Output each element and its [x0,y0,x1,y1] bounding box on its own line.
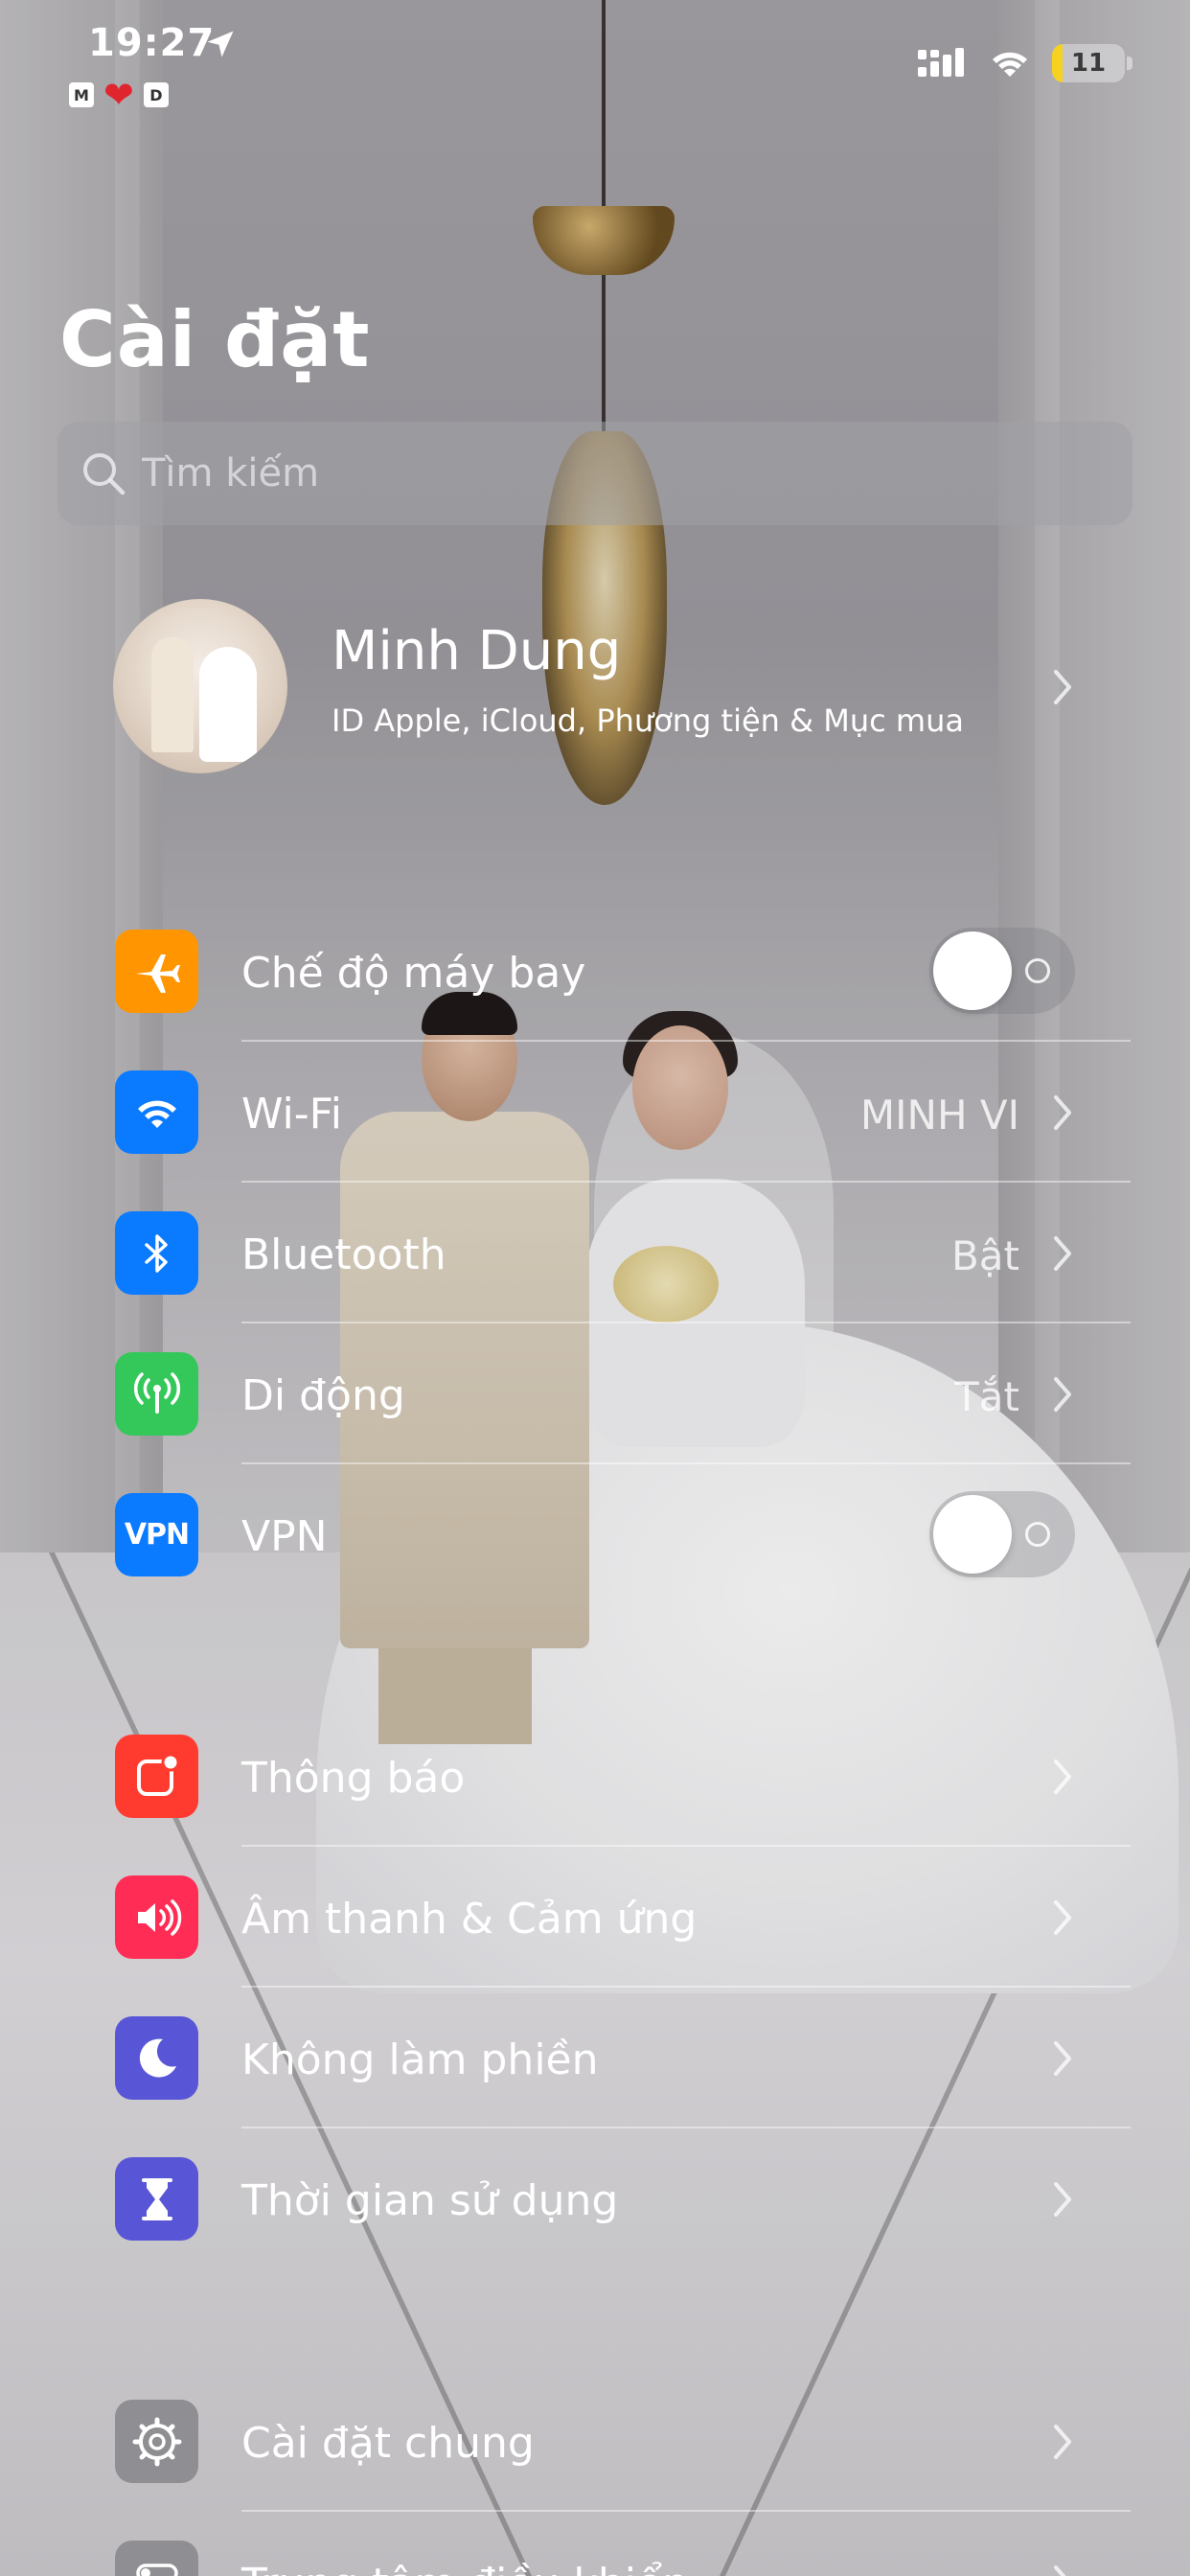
search-bar[interactable] [57,422,1133,525]
mini-label-m: M [69,82,94,107]
row-label: Di động [241,1371,405,1420]
vpn-icon: VPN [115,1493,198,1576]
heart-icon: ❤ [103,74,134,116]
battery-tip [1127,57,1133,70]
moon-icon [115,2016,198,2100]
chevron-right-icon [1054,2041,1071,2076]
row-label: Thông báo [241,1754,466,1803]
row-airplane-mode: Chế độ máy bay [0,901,1190,1042]
wifi-network-name: MINH VI [859,1092,1019,1138]
battery-indicator: 11 [1052,44,1125,82]
speaker-icon [115,1875,198,1959]
row-label: Wi-Fi [241,1090,342,1138]
cellular-signal-icon [918,48,964,77]
row-notifications[interactable]: Thông báo [0,1706,1190,1847]
row-label: Chế độ máy bay [241,949,586,998]
row-general[interactable]: Cài đặt chung [0,2371,1190,2512]
row-sounds-haptics[interactable]: Âm thanh & Cảm ứng [0,1847,1190,1988]
status-mini-icons: M ❤ D [69,74,169,116]
location-arrow-icon [207,31,234,58]
row-label: Bluetooth [241,1230,446,1279]
row-wifi[interactable]: Wi-Fi MINH VI [0,1042,1190,1183]
bluetooth-status: Bật [950,1232,1019,1279]
cellular-status: Tắt [954,1373,1019,1420]
row-control-center[interactable]: Trung tâm điều khiển [0,2512,1190,2576]
battery-level: 11 [1070,49,1107,78]
vpn-icon-text: VPN [124,1518,190,1552]
bluetooth-icon [115,1211,198,1295]
search-input[interactable] [142,451,1062,495]
row-label: Không làm phiền [241,2036,599,2084]
chevron-right-icon [1054,1900,1071,1935]
row-vpn: VPN VPN [0,1464,1190,1605]
row-bluetooth[interactable]: Bluetooth Bật [0,1183,1190,1323]
antenna-icon [115,1352,198,1436]
chevron-right-icon [1054,2182,1071,2217]
profile-subtitle: ID Apple, iCloud, Phương tiện & Mục mua [332,702,964,739]
mini-label-d: D [143,82,169,107]
wifi-icon [115,1070,198,1154]
airplane-mode-toggle[interactable] [929,928,1075,1014]
avatar [113,599,287,773]
chevron-right-icon [1054,670,1071,704]
row-label: Thời gian sử dụng [241,2176,619,2225]
chevron-right-icon [1054,1095,1071,1130]
chevron-right-icon [1054,1377,1071,1412]
row-label: Âm thanh & Cảm ứng [241,1895,698,1944]
row-label: VPN [241,1512,328,1561]
chevron-right-icon [1054,1236,1071,1271]
row-do-not-disturb[interactable]: Không làm phiền [0,1988,1190,2128]
status-time: 19:27 [88,21,216,65]
row-cellular[interactable]: Di động Tắt [0,1323,1190,1464]
profile-name: Minh Dung [332,620,622,682]
apple-id-profile-row[interactable]: Minh Dung ID Apple, iCloud, Phương tiện … [0,589,1190,781]
switches-icon [115,2541,198,2576]
chevron-right-icon [1054,2425,1071,2459]
row-label: Cài đặt chung [241,2419,535,2468]
chevron-right-icon [1054,1760,1071,1794]
wifi-status-icon [993,52,1027,77]
chevron-right-icon [1054,2565,1066,2576]
vpn-toggle[interactable] [929,1491,1075,1577]
row-label: Trung tâm điều khiển [241,2560,689,2576]
airplane-icon [115,930,198,1013]
row-screen-time[interactable]: Thời gian sử dụng [0,2128,1190,2269]
notification-icon [115,1735,198,1818]
search-icon [83,453,126,495]
hourglass-icon [115,2157,198,2241]
gear-icon [115,2400,198,2483]
page-title: Cài đặt [59,295,371,384]
status-bar: 19:27 M ❤ D 11 [0,0,1190,125]
